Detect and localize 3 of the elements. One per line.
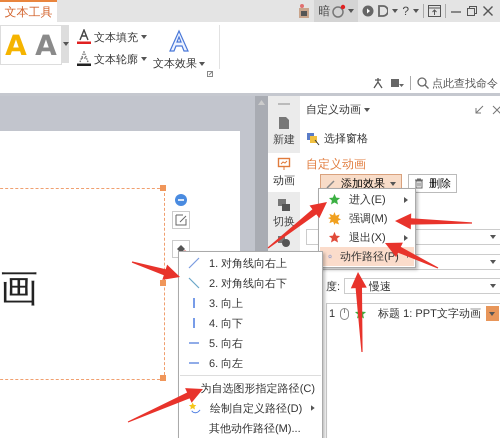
speed-label: 度: [326, 280, 340, 294]
slide-title-text: 画 [0, 267, 38, 312]
section-heading: 自定义动画 [306, 156, 367, 173]
